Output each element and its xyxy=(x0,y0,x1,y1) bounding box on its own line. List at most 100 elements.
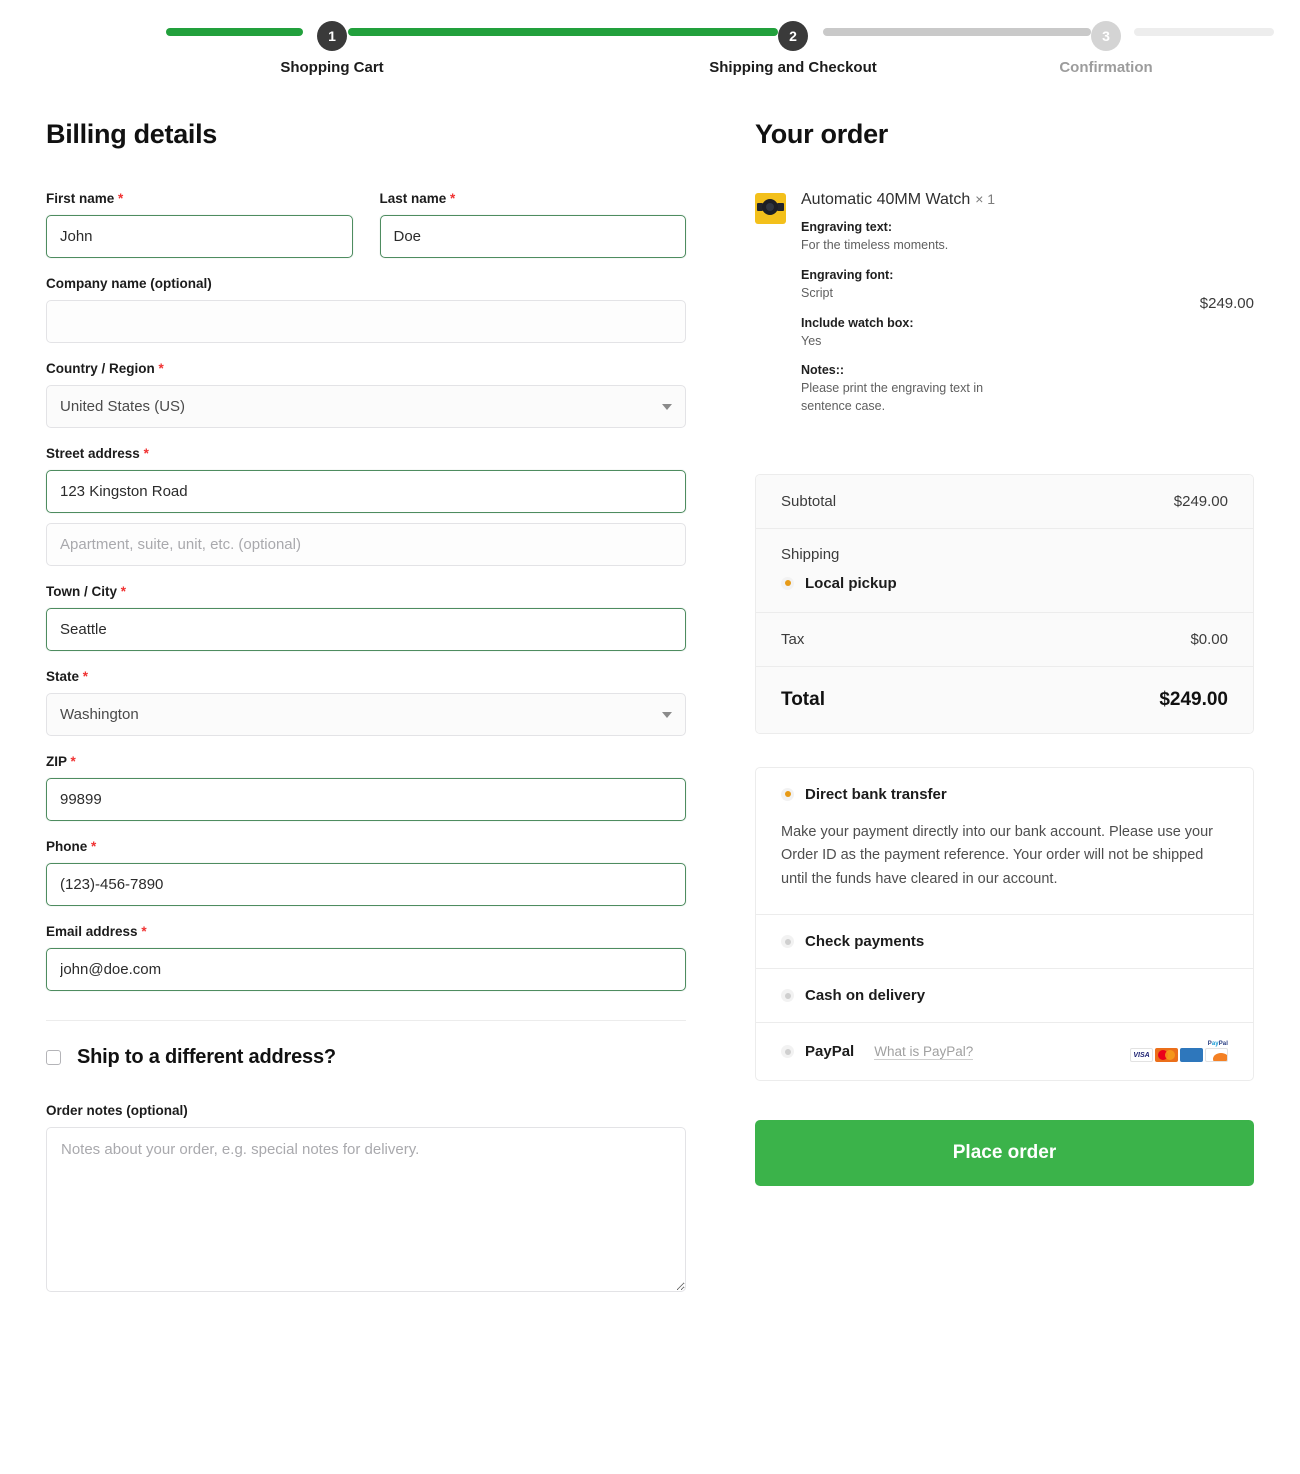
shipping-option-local-pickup[interactable]: Local pickup xyxy=(781,575,1228,592)
payment-method-direct-bank-transfer[interactable]: Direct bank transfer Make your payment d… xyxy=(756,768,1253,916)
required-marker: * xyxy=(82,669,89,684)
street-address-label: Street address * xyxy=(46,446,686,461)
payment-method-header[interactable]: Cash on delivery xyxy=(756,969,1253,1022)
zip-label-text: ZIP xyxy=(46,754,67,769)
town-city-label: Town / City * xyxy=(46,584,686,599)
billing-details-heading: Billing details xyxy=(46,119,218,149)
total-label: Total xyxy=(781,688,825,710)
first-name-label-text: First name xyxy=(46,191,115,206)
country-region-select-wrapper: United States (US) xyxy=(46,385,686,428)
order-item-meta: Engraving text: For the timeless moments… xyxy=(801,220,1192,255)
required-marker: * xyxy=(143,446,149,461)
mastercard-icon xyxy=(1155,1048,1178,1063)
what-is-paypal-link[interactable]: What is PayPal? xyxy=(874,1044,974,1060)
order-item-meta-key: Notes:: xyxy=(801,363,845,378)
watch-face xyxy=(766,203,774,211)
watch-strap-right xyxy=(777,203,784,211)
progress-step-3-number: 3 xyxy=(1102,28,1110,44)
place-order-button[interactable]: Place order xyxy=(755,1120,1254,1187)
order-line-item: Automatic 40MM Watch × 1 Engraving text: … xyxy=(755,191,1254,434)
order-notes-textarea[interactable] xyxy=(46,1127,686,1292)
payment-method-name: Cash on delivery xyxy=(805,987,926,1005)
company-name-label: Company name (optional) xyxy=(46,276,212,291)
progress-bar-segment-2-3 xyxy=(823,28,1091,36)
radio-unselected-icon[interactable] xyxy=(781,1045,794,1059)
payment-method-description: Make your payment directly into our bank… xyxy=(781,823,1214,887)
payment-method-header[interactable]: PayPal What is PayPal? PayPal VISA xyxy=(756,1023,1253,1080)
country-region-select[interactable]: United States (US) xyxy=(46,385,686,428)
company-name-field: Company name (optional) xyxy=(46,276,686,343)
country-region-label: Country / Region * xyxy=(46,361,686,376)
radio-dot xyxy=(784,992,791,999)
first-name-field: First name * xyxy=(46,191,353,258)
order-item-meta: Notes:: Please print the engraving text … xyxy=(801,363,1192,416)
radio-unselected-icon[interactable] xyxy=(781,989,794,1003)
payment-method-paypal[interactable]: PayPal What is PayPal? PayPal VISA xyxy=(756,1023,1253,1080)
ship-to-different-address-row[interactable]: Ship to a different address? xyxy=(46,1046,686,1069)
state-label-text: State xyxy=(46,669,80,684)
progress-step-3-label: Confirmation xyxy=(1059,59,1153,76)
state-select-wrapper: Washington xyxy=(46,693,686,736)
amex-icon xyxy=(1180,1048,1203,1063)
payment-method-header[interactable]: Check payments xyxy=(756,915,1253,968)
required-marker: * xyxy=(118,191,124,206)
first-name-input[interactable] xyxy=(46,215,353,258)
last-name-field: Last name * xyxy=(379,191,687,258)
order-item-meta-value: Script xyxy=(801,285,833,300)
card-logos-strip: VISA xyxy=(1130,1048,1228,1063)
shipping-option-label: Local pickup xyxy=(805,574,897,592)
email-address-input[interactable] xyxy=(46,948,686,991)
state-label: State * xyxy=(46,669,686,684)
zip-input[interactable] xyxy=(46,778,686,821)
total-row: Total $249.00 xyxy=(756,666,1253,733)
payment-method-header[interactable]: Direct bank transfer xyxy=(756,768,1253,821)
payment-method-cash-on-delivery[interactable]: Cash on delivery xyxy=(756,969,1253,1024)
order-notes-field: Order notes (optional) xyxy=(46,1103,686,1292)
progress-bar-segment-end xyxy=(1134,28,1274,36)
country-region-label-text: Country / Region xyxy=(46,361,155,376)
your-order-column: Your order Automatic 40MM Watch × 1 Engra… xyxy=(755,119,1254,1187)
apartment-suite-input[interactable] xyxy=(46,523,686,566)
street-address-input[interactable] xyxy=(46,470,686,513)
name-field-row: First name * Last name * xyxy=(46,191,686,276)
progress-track: 1 2 3 xyxy=(166,21,1274,51)
payment-method-name: PayPal xyxy=(805,1043,855,1061)
town-city-label-text: Town / City xyxy=(46,584,117,599)
phone-field: Phone * xyxy=(46,839,686,906)
ship-to-different-address-checkbox[interactable] xyxy=(46,1050,61,1065)
progress-step-2-label[interactable]: Shipping and Checkout xyxy=(709,59,877,76)
paypal-logo-icon: PayPal xyxy=(1207,1041,1228,1048)
required-marker: * xyxy=(141,924,147,939)
required-marker: * xyxy=(120,584,127,599)
order-item-meta-key: Engraving font: xyxy=(801,267,894,282)
last-name-input[interactable] xyxy=(379,215,686,258)
phone-input[interactable] xyxy=(46,863,686,906)
visa-icon: VISA xyxy=(1130,1048,1153,1063)
last-name-label: Last name * xyxy=(380,191,687,206)
order-item-name: Automatic 40MM Watch xyxy=(801,191,971,208)
order-item-price: $249.00 xyxy=(1199,294,1254,312)
town-city-input[interactable] xyxy=(46,608,686,651)
phone-label-text: Phone xyxy=(46,839,88,854)
shipping-label: Shipping xyxy=(781,545,840,563)
zip-field: ZIP * xyxy=(46,754,686,821)
order-item-meta-value: Yes xyxy=(801,333,822,348)
payment-method-check-payments[interactable]: Check payments xyxy=(756,915,1253,970)
company-name-input[interactable] xyxy=(46,300,686,343)
checkout-progress-bar: 1 2 3 Shopping Cart Shipping and Checkou… xyxy=(0,0,1300,76)
your-order-heading: Your order xyxy=(755,119,889,149)
radio-selected-icon[interactable] xyxy=(781,787,794,801)
order-item-meta-value: Please print the engraving text in sente… xyxy=(801,381,984,413)
order-item-details: Automatic 40MM Watch × 1 Engraving text: … xyxy=(786,191,1192,416)
shipping-row: Shipping Local pickup xyxy=(756,528,1253,613)
radio-dot xyxy=(784,580,791,587)
required-marker: * xyxy=(70,754,76,769)
subtotal-row: Subtotal $249.00 xyxy=(756,474,1253,529)
order-notes-label: Order notes (optional) xyxy=(46,1103,188,1118)
required-marker: * xyxy=(91,839,97,854)
state-select[interactable]: Washington xyxy=(46,693,686,736)
radio-selected-icon[interactable] xyxy=(781,576,794,590)
progress-step-1-label[interactable]: Shopping Cart xyxy=(280,59,383,76)
subtotal-label: Subtotal xyxy=(781,492,837,510)
radio-unselected-icon[interactable] xyxy=(781,935,794,949)
